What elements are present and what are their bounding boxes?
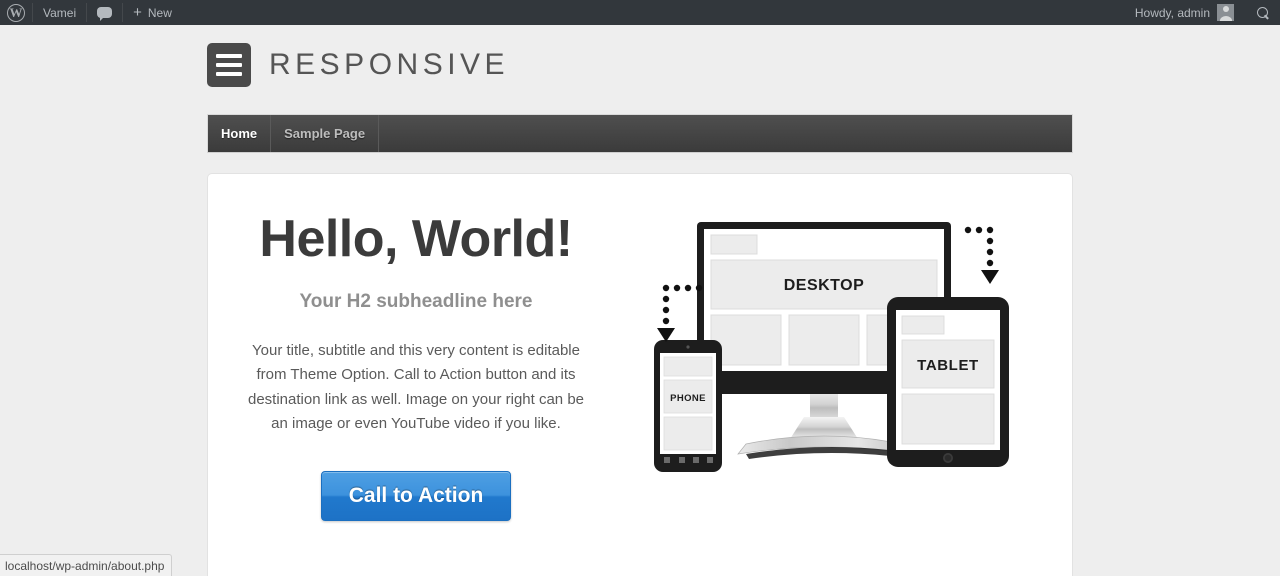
site-header: RESPONSIVE	[207, 43, 509, 87]
browser-status-bar: localhost/wp-admin/about.php	[0, 554, 173, 576]
wordpress-icon: W	[7, 3, 25, 22]
adminbar-search-button[interactable]	[1244, 0, 1280, 25]
main-navigation: Home Sample Page	[207, 114, 1073, 153]
desktop-screen-label: DESKTOP	[784, 277, 865, 294]
nav-item-home[interactable]: Home	[208, 115, 272, 152]
page-title: Hello, World!	[259, 210, 573, 268]
adminbar-howdy-label: Howdy, admin	[1134, 5, 1210, 20]
call-to-action-section: Hello, World! Your H2 subheadline here Y…	[208, 212, 1072, 521]
adminbar-site-name[interactable]: Vamei	[33, 0, 86, 25]
dotted-arrow-left	[657, 284, 703, 342]
adminbar-my-account[interactable]: Howdy, admin	[1125, 0, 1244, 25]
responsive-devices-illustration: DESKTOP PHONE TABLET	[654, 222, 1009, 472]
site-title[interactable]: RESPONSIVE	[269, 48, 509, 82]
comment-bubble-icon	[97, 7, 113, 21]
cta-image-column: DESKTOP PHONE TABLET	[634, 212, 1034, 482]
logo-bar	[216, 54, 242, 58]
nav-item-sample-page[interactable]: Sample Page	[271, 115, 380, 152]
content-card: Hello, World! Your H2 subheadline here Y…	[207, 173, 1073, 576]
page-subtitle: Your H2 subheadline here	[299, 290, 533, 312]
dotted-arrow-right	[964, 226, 999, 284]
adminbar-new-content[interactable]: + New	[123, 0, 182, 25]
logo-bar	[216, 72, 242, 76]
hamburger-logo-icon[interactable]	[207, 43, 251, 87]
status-url: localhost/wp-admin/about.php	[5, 558, 165, 573]
adminbar-right-group: Howdy, admin	[1125, 0, 1280, 25]
avatar-icon	[1217, 4, 1234, 21]
search-icon	[1254, 4, 1270, 21]
tablet-screen-label: TABLET	[917, 357, 979, 374]
wp-logo-menu[interactable]: W	[0, 0, 32, 25]
phone-screen-label: PHONE	[670, 393, 706, 404]
logo-bar	[216, 63, 242, 67]
wp-admin-bar: W Vamei + New Howdy, admin	[0, 0, 1280, 25]
adminbar-comments[interactable]	[87, 0, 122, 25]
call-to-action-button[interactable]: Call to Action	[320, 470, 512, 521]
cta-description: Your title, subtitle and this very conte…	[247, 341, 585, 433]
plus-icon: +	[133, 4, 142, 21]
adminbar-new-label: New	[147, 5, 172, 20]
site-container: RESPONSIVE Home Sample Page Hello, World…	[0, 25, 1280, 576]
cta-text-column: Hello, World! Your H2 subheadline here Y…	[216, 212, 616, 521]
